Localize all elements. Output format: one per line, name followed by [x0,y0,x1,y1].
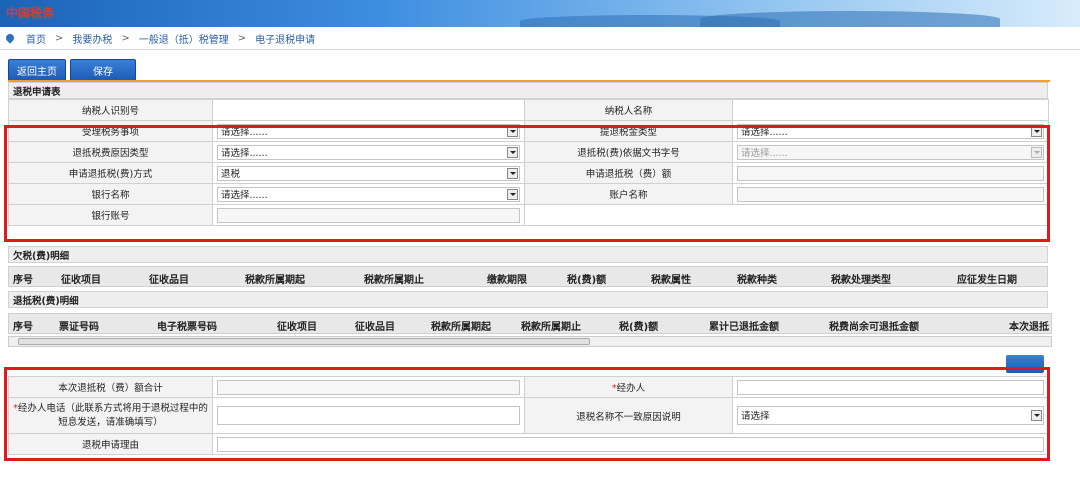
refund-col-header: 税费尚余可退抵金额 [829,322,919,333]
breadcrumb-separator: > [237,32,247,44]
breadcrumb-current: 电子退税申请 [255,34,316,46]
refund-col-header: 本次退抵 [1009,322,1049,333]
back-home-button[interactable]: 返回主页 [8,59,66,81]
owed-col-header: 缴款期限 [487,275,527,286]
refund-col-header: 序号 [13,322,33,333]
taxpayer-name-label: 纳税人名称 [524,99,733,121]
refund-col-header: 电子税票号码 [157,322,217,333]
highlight-box-bank-info [4,125,1050,242]
breadcrumb-separator: > [121,32,130,44]
breadcrumb-refund-management[interactable]: 一般退（抵）税管理 [139,31,229,46]
refund-detail-title: 退抵税(费)明细 [8,291,1048,308]
refund-col-header: 票证号码 [59,322,99,333]
refund-col-header: 税款所属期止 [521,322,581,333]
owed-col-header: 应征发生日期 [957,275,1017,286]
owed-col-header: 税款属性 [651,275,691,286]
save-button[interactable]: 保存 [70,59,136,81]
location-pin-icon [4,32,16,44]
owed-tax-title: 欠税(费)明细 [8,246,1048,263]
horizontal-scrollbar[interactable] [8,336,1052,347]
breadcrumb-home[interactable]: 首页 [26,31,46,46]
taxpayer-name-value [732,99,1049,121]
form-section-title: 退税申请表 [8,82,1048,99]
logo: 中国税务 [6,6,55,20]
highlight-box-agent-info [4,367,1050,461]
breadcrumb-separator: > [55,32,64,44]
scrollbar-thumb[interactable] [18,338,590,345]
owed-col-header: 税款种类 [737,275,777,286]
owed-col-header: 税款处理类型 [831,275,891,286]
refund-detail-header-row: 序号 票证号码 电子税票号码 征收项目 征收品目 税款所属期起 税款所属期止 税… [8,313,1052,334]
breadcrumb: 首页 > 我要办税 > 一般退（抵）税管理 > 电子退税申请 [0,27,1080,50]
banner-mountain [700,11,1000,27]
refund-col-header: 累计已退抵金额 [709,322,779,333]
owed-col-header: 税(费)额 [567,275,607,286]
refund-col-header: 税(费)额 [619,322,659,333]
taxpayer-id-label: 纳税人识别号 [8,99,213,121]
taxpayer-id-value [212,99,525,121]
owed-col-header: 税款所属期起 [245,275,305,286]
breadcrumb-tax-service[interactable]: 我要办税 [72,31,112,46]
owed-col-header: 征收项目 [61,275,101,286]
refund-col-header: 征收项目 [277,322,317,333]
header-banner: 中国税务 [0,0,1080,27]
owed-col-header: 税款所属期止 [364,275,424,286]
refund-col-header: 征收品目 [355,322,395,333]
owed-col-header: 征收品目 [149,275,189,286]
owed-col-header: 序号 [13,275,33,286]
refund-col-header: 税款所属期起 [431,322,491,333]
owed-tax-header-row: 序号 征收项目 征收品目 税款所属期起 税款所属期止 缴款期限 税(费)额 税款… [8,266,1048,287]
